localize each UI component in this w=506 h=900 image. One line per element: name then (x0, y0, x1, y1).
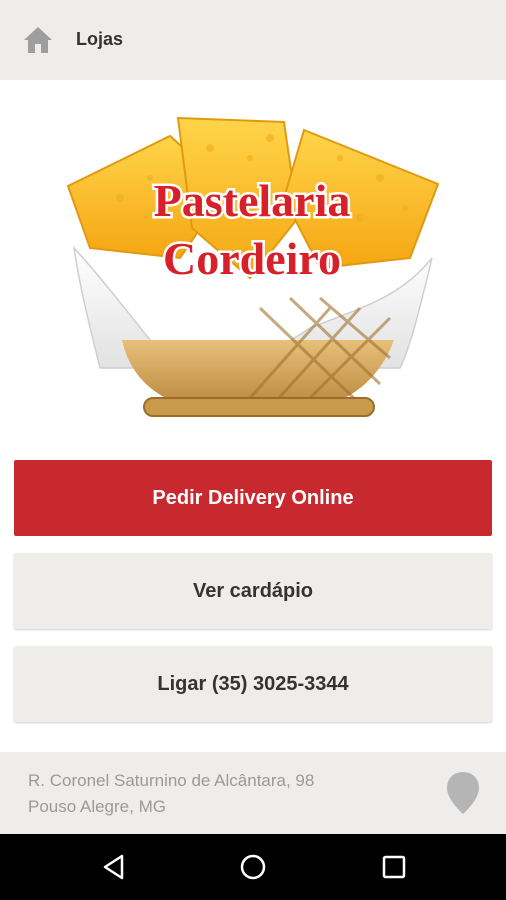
map-pin-icon[interactable] (446, 771, 480, 815)
recent-apps-icon[interactable] (380, 853, 408, 881)
pastelaria-logo: Pastelaria Cordeiro (66, 116, 440, 417)
call-label: Ligar (35) 3025-3344 (157, 672, 349, 695)
home-circle-icon[interactable] (239, 853, 267, 881)
page-title: Lojas (76, 29, 124, 49)
logo-line1: Pastelaria (154, 175, 351, 226)
delivery-online-label: Pedir Delivery Online (152, 486, 354, 509)
app-bar: Lojas (0, 0, 506, 80)
address-street: R. Coronel Saturnino de Alcântara, 98 (28, 771, 315, 790)
logo-line2: Cordeiro (163, 233, 341, 284)
view-menu-button[interactable]: Ver cardápio (14, 553, 492, 629)
system-nav-bar (0, 834, 506, 900)
call-button[interactable]: Ligar (35) 3025-3344 (14, 646, 492, 722)
address-city: Pouso Alegre, MG (28, 797, 166, 816)
back-triangle-icon[interactable] (100, 853, 128, 881)
home-icon[interactable] (22, 24, 54, 56)
view-menu-label: Ver cardápio (192, 579, 314, 602)
delivery-online-button[interactable]: Pedir Delivery Online (14, 460, 492, 536)
address-bar: R. Coronel Saturnino de Alcântara, 98 Po… (0, 752, 506, 834)
